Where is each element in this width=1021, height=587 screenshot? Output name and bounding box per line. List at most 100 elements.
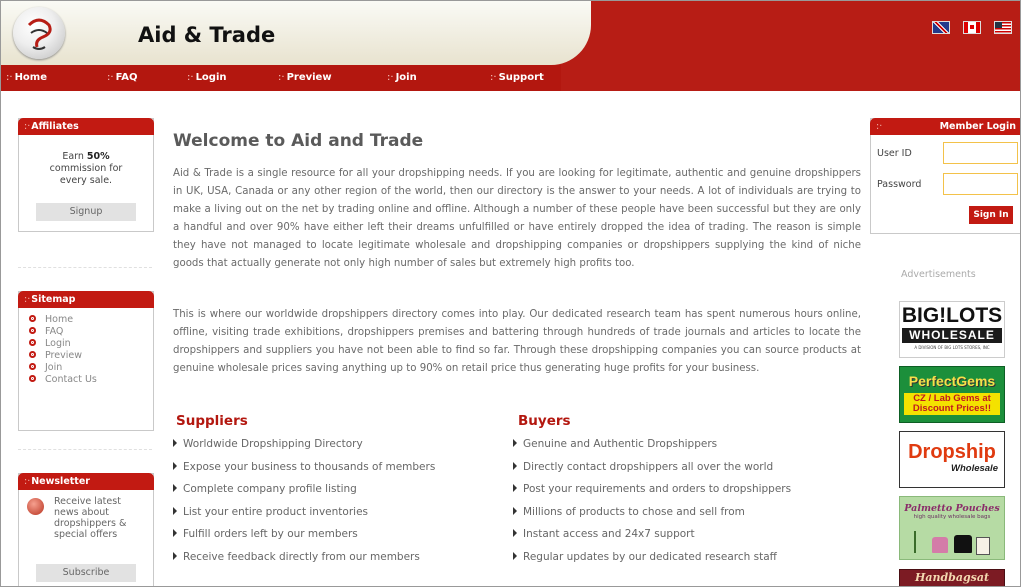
sitemap-item-contact[interactable]: Contact Us (29, 374, 153, 386)
arrow-right-icon (513, 551, 517, 560)
list-item-label: Regular updates by our dedicated researc… (523, 550, 777, 563)
ad-perfectgems-title: PerfectGems (908, 373, 996, 389)
affiliates-percent: 50% (86, 151, 110, 162)
sitemap-item-label: Login (45, 338, 71, 349)
list-item: Expose your business to thousands of mem… (173, 456, 435, 479)
password-label: Password (877, 179, 922, 190)
ad-dropship[interactable]: Dropship Wholesale (899, 431, 1005, 488)
member-login-title-text: Member Login (939, 121, 1016, 132)
ad-dropship-subtitle: Wholesale (951, 463, 998, 474)
list-item: Worldwide Dropshipping Directory (173, 433, 435, 456)
subscribe-button[interactable]: Subscribe (36, 564, 136, 582)
affiliates-line2: commission for (49, 163, 123, 174)
affiliates-title: :·Affiliates (18, 118, 154, 135)
bullet-icon (29, 327, 36, 334)
list-item: Complete company profile listing (173, 478, 435, 501)
newsletter-text: Receive latest news about dropshippers &… (54, 496, 127, 540)
divider (18, 449, 152, 450)
nav-preview-label: Preview (286, 72, 332, 83)
list-item: Receive feedback directly from our membe… (173, 546, 435, 569)
newsletter-title: :·Newsletter (18, 473, 154, 490)
nav-faq[interactable]: :· FAQ (107, 72, 138, 83)
header-bar: Aid & Trade (1, 1, 1020, 65)
sitemap-item-label: Join (45, 362, 63, 373)
nav-home[interactable]: :· Home (6, 72, 47, 83)
list-item-label: List your entire product inventories (183, 505, 369, 518)
list-item-label: Genuine and Authentic Dropshippers (523, 438, 718, 450)
info-icon (27, 498, 44, 515)
sitemap-title: :·Sitemap (18, 291, 154, 308)
uk-flag-icon[interactable] (932, 21, 950, 34)
sitemap-box: :·Sitemap Home FAQ Login Preview Join Co… (18, 291, 154, 431)
list-item-label: Complete company profile listing (183, 483, 357, 495)
ad-palmetto[interactable]: Palmetto Pouches high quality wholesale … (899, 496, 1005, 560)
us-flag-icon[interactable] (994, 21, 1012, 34)
nav-preview[interactable]: :· Preview (278, 72, 332, 83)
user-id-input[interactable] (943, 142, 1018, 164)
suppliers-heading: Suppliers (176, 413, 248, 429)
affiliates-line1-prefix: Earn (62, 151, 87, 162)
ad-perfectgems[interactable]: PerfectGems CZ / Lab Gems at Discount Pr… (899, 366, 1005, 423)
ad-perfectgems-line3: Discount Prices!! (912, 403, 992, 414)
list-item-label: Receive feedback directly from our membe… (183, 550, 420, 563)
sitemap-title-text: Sitemap (31, 294, 76, 305)
arrow-right-icon (513, 439, 517, 447)
divider (18, 267, 152, 268)
site-title: Aid & Trade (138, 23, 276, 47)
nav-join-label: Join (395, 72, 417, 83)
ad-biglots[interactable]: BIG!LOTS WHOLESALE A DIVISION OF BIG LOT… (899, 301, 1005, 358)
sitemap-item-home[interactable]: Home (29, 314, 153, 326)
list-item: Directly contact dropshippers all over t… (513, 456, 791, 479)
sitemap-item-login[interactable]: Login (29, 338, 153, 350)
signup-button[interactable]: Signup (36, 203, 136, 221)
affiliates-line3: every sale. (59, 175, 113, 186)
directory-paragraph: This is where our worldwide dropshippers… (173, 309, 861, 374)
bag-pink-icon (932, 537, 948, 553)
affiliates-title-text: Affiliates (31, 121, 79, 132)
sitemap-item-label: FAQ (45, 326, 64, 337)
sitemap-item-faq[interactable]: FAQ (29, 326, 153, 338)
page: Aid & Trade :· Home :· FAQ :· Login :· Previ… (0, 0, 1021, 587)
affiliates-box: :·Affiliates Earn 50% commission for eve… (18, 118, 154, 232)
palm-tree-icon (914, 531, 926, 553)
nav-support[interactable]: :· Support (490, 72, 544, 83)
arrow-right-icon (173, 551, 177, 560)
page-title: Welcome to Aid and Trade (173, 131, 424, 151)
nav-faq-label: FAQ (115, 72, 138, 83)
bullet-icon (29, 315, 36, 322)
arrow-right-icon (173, 506, 177, 515)
list-item-label: Expose your business to thousands of mem… (183, 460, 436, 473)
ad-palmetto-title: Palmetto Pouches (904, 503, 1000, 514)
password-input[interactable] (943, 173, 1018, 195)
list-item-label: Directly contact dropshippers all over t… (523, 460, 774, 473)
list-item-label: Instant access and 24x7 support (523, 528, 695, 540)
advertisements-label: Advertisements (901, 269, 976, 280)
canada-flag-icon[interactable] (963, 21, 981, 34)
list-item-label: Worldwide Dropshipping Directory (183, 438, 363, 450)
sitemap-item-preview[interactable]: Preview (29, 350, 153, 362)
sign-in-button[interactable]: Sign In (969, 206, 1013, 224)
bullet-icon (29, 375, 36, 382)
sitemap-item-join[interactable]: Join (29, 362, 153, 374)
arrow-right-icon (513, 461, 517, 470)
suppliers-list: Worldwide Dropshipping Directory Expose … (173, 433, 435, 568)
site-logo[interactable] (13, 7, 65, 59)
list-item-label: Post your requirements and orders to dro… (523, 483, 792, 495)
list-item: Regular updates by our dedicated researc… (513, 546, 791, 569)
arrow-right-icon (513, 529, 517, 537)
list-item: Genuine and Authentic Dropshippers (513, 433, 791, 456)
nav-login[interactable]: :· Login (187, 72, 227, 83)
sitemap-list: Home FAQ Login Preview Join Contact Us (29, 314, 153, 386)
ad-handbagsat[interactable]: Handbagsat (899, 569, 1005, 586)
newsletter-box: :·Newsletter Receive latest news about d… (18, 473, 154, 586)
arrow-right-icon (513, 506, 517, 515)
nav-join[interactable]: :· Join (387, 72, 417, 83)
arrow-right-icon (173, 439, 177, 447)
list-item: Millions of products to chose and sell f… (513, 501, 791, 524)
bullet-icon (29, 363, 36, 370)
nav-inner: :· Home :· FAQ :· Login :· Preview :· Join :·… (1, 65, 561, 91)
list-item: Post your requirements and orders to dro… (513, 478, 791, 501)
arrow-right-icon (513, 484, 517, 492)
sitemap-item-label: Contact Us (45, 374, 97, 385)
list-item: Instant access and 24x7 support (513, 523, 791, 546)
